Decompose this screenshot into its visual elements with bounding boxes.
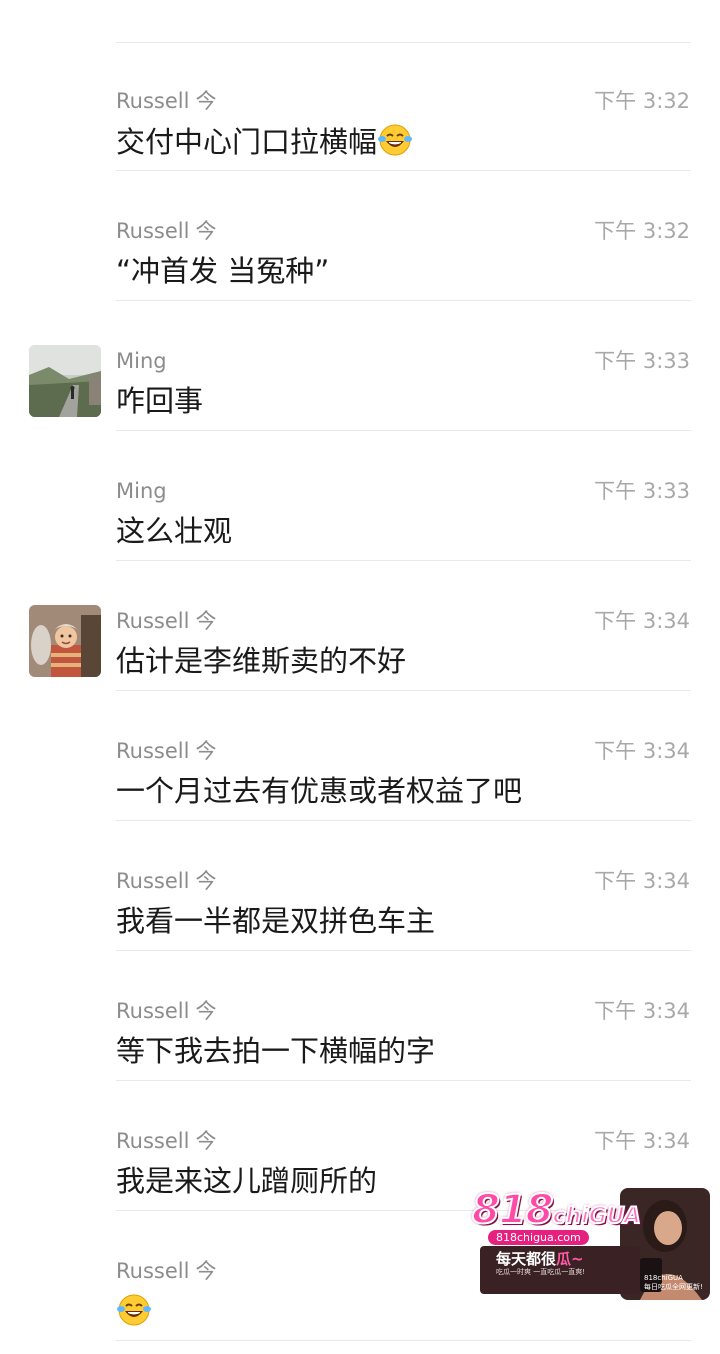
- watermark-side-text: 818chiGUA 每日吃瓜全网更新!: [644, 1274, 703, 1291]
- avatar[interactable]: [29, 345, 101, 417]
- message-text: 等下我去拍一下横幅的字: [116, 1034, 436, 1068]
- message-time: 下午 3:34: [594, 869, 690, 893]
- message-item[interactable]: Russell 今 下午 3:34 一个月过去有优惠或者权益了吧: [0, 704, 720, 834]
- message-item[interactable]: Russell 今 下午 3:32 “冲首发 当冤种”: [0, 184, 720, 314]
- watermark-slogan: 每天都很瓜~: [496, 1250, 584, 1268]
- sender-name[interactable]: Ming: [116, 348, 167, 374]
- avatar[interactable]: [29, 605, 101, 677]
- message-text: 一个月过去有优惠或者权益了吧: [116, 774, 523, 808]
- laughing-tears-icon: [377, 122, 413, 167]
- message-time: 下午 3:33: [594, 479, 690, 503]
- message-item[interactable]: Russell 今 下午 3:34 估计是李维斯卖的不好: [0, 574, 720, 704]
- message-time: 下午 3:34: [594, 739, 690, 763]
- watermark-subtitle: 吃瓜一时爽 一直吃瓜一直爽!: [496, 1268, 586, 1276]
- message-item[interactable]: Ming 下午 3:33 这么壮观: [0, 444, 720, 574]
- message-item[interactable]: Russell 今 下午 3:34 我看一半都是双拼色车主: [0, 834, 720, 964]
- message-text: 估计是李维斯卖的不好: [116, 644, 407, 678]
- sender-name[interactable]: Ming: [116, 478, 167, 504]
- message-time: 下午 3:34: [594, 999, 690, 1023]
- message-time: 下午 3:33: [594, 349, 690, 373]
- message-item[interactable]: Russell 今 下午 3:32 交付中心门口拉横幅: [0, 54, 720, 184]
- message-text: “冲首发 当冤种”: [116, 254, 330, 288]
- message-item[interactable]: Ming 下午 3:33 咋回事: [0, 314, 720, 444]
- sender-name[interactable]: Russell 今: [116, 88, 216, 114]
- message-time: 下午 3:34: [594, 609, 690, 633]
- sender-name[interactable]: Russell 今: [116, 998, 216, 1024]
- message-text: 我是来这儿蹭厕所的: [116, 1164, 378, 1198]
- sender-name[interactable]: Russell 今: [116, 868, 216, 894]
- message-text: 交付中心门口拉横幅: [116, 122, 413, 167]
- watermark: 818chiGUA 818chigua.com 每天都很瓜~ 吃瓜一时爽 一直吃…: [470, 1187, 710, 1300]
- sender-name[interactable]: Russell 今: [116, 218, 216, 244]
- sender-name[interactable]: Russell 今: [116, 1128, 216, 1154]
- sender-name[interactable]: Russell 今: [116, 608, 216, 634]
- watermark-site: 818chigua.com: [488, 1230, 589, 1245]
- message-time: 下午 3:34: [594, 1129, 690, 1153]
- message-text: 这么壮观: [116, 514, 233, 548]
- message-text: 咋回事: [116, 384, 204, 418]
- laughing-tears-icon: [116, 1292, 152, 1337]
- message-item[interactable]: Russell 今 下午 3:34 等下我去拍一下横幅的字: [0, 964, 720, 1094]
- message-text: 我看一半都是双拼色车主: [116, 904, 436, 938]
- sender-name[interactable]: Russell 今: [116, 1258, 216, 1284]
- message-time: 下午 3:32: [594, 89, 690, 113]
- sender-name[interactable]: Russell 今: [116, 738, 216, 764]
- message-divider: [116, 42, 691, 43]
- message-time: 下午 3:32: [594, 219, 690, 243]
- message-text: [116, 1292, 152, 1337]
